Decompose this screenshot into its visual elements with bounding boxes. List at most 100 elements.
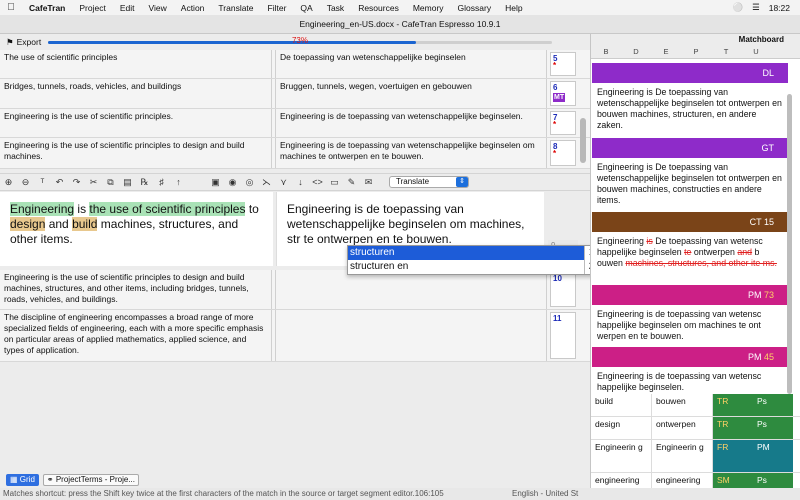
split-icon[interactable]: ⋋: [258, 177, 275, 188]
column-p[interactable]: P: [681, 45, 711, 58]
menu-memory[interactable]: Memory: [406, 3, 451, 13]
term-highlight[interactable]: the use of scientific principles: [89, 202, 246, 216]
term-highlight[interactable]: design: [10, 217, 46, 231]
term-row[interactable]: design ontwerpen TR Ps: [591, 417, 800, 440]
up-arrow-icon[interactable]: ↑: [170, 177, 187, 187]
term-source: engineering: [591, 473, 652, 488]
match-diff-text[interactable]: Engineering is De toepassing van wetensc…: [592, 232, 788, 285]
mode-select[interactable]: Translate ⇕: [389, 176, 469, 188]
control-center-icon[interactable]: ☰: [752, 2, 760, 13]
source-editor[interactable]: Engineering is the use of scientific pri…: [0, 192, 273, 266]
table-row[interactable]: Engineering is the use of scientific pri…: [0, 138, 590, 169]
target-icon[interactable]: ◎: [241, 177, 258, 188]
text-size-icon[interactable]: ᵀ: [34, 177, 51, 187]
match-text[interactable]: Engineering is De toepassing van wetensc…: [592, 83, 788, 138]
target-cell[interactable]: Bruggen, tunnels, wegen, voertuigen en g…: [275, 79, 547, 108]
apple-icon[interactable]: : [0, 2, 22, 13]
menu-qa[interactable]: QA: [293, 3, 319, 13]
table-row[interactable]: Bridges, tunnels, roads, vehicles, and b…: [0, 79, 590, 109]
menu-filter[interactable]: Filter: [261, 3, 294, 13]
target-cell[interactable]: Engineering is de toepassing van wetensc…: [275, 109, 547, 137]
source-cell[interactable]: Engineering is the use of scientific pri…: [0, 270, 272, 309]
bottom-tabs: ▦ Grid ⚭ ProjectTerms - Proje...: [0, 473, 590, 487]
target-cell[interactable]: Engineering is de toepassing van wetensc…: [275, 138, 547, 168]
record-icon[interactable]: ◉: [224, 177, 241, 188]
table-row[interactable]: The discipline of engineering encompasse…: [0, 310, 590, 362]
clear-format-icon[interactable]: ℞: [136, 177, 153, 188]
tags-icon[interactable]: <>: [309, 177, 326, 187]
segment-number: 7 *: [550, 111, 576, 135]
menu-app[interactable]: CafeTran: [22, 3, 72, 13]
monitor-icon[interactable]: ▣: [207, 177, 224, 188]
matchboard-scrollbar[interactable]: [787, 94, 792, 394]
term-row[interactable]: engineering engineering SM Ps: [591, 473, 800, 488]
paste-icon[interactable]: ▤: [119, 177, 136, 188]
menu-resources[interactable]: Resources: [351, 3, 406, 13]
tab-project-terms[interactable]: ⚭ ProjectTerms - Proje...: [42, 474, 139, 486]
column-e[interactable]: E: [651, 45, 681, 58]
term-highlight[interactable]: build: [72, 217, 98, 231]
zoom-out-icon[interactable]: ⊖: [17, 177, 34, 188]
term-highlight[interactable]: Engineering: [10, 202, 75, 216]
term-target: bouwen: [652, 394, 713, 416]
menu-project[interactable]: Project: [72, 3, 112, 13]
menu-help[interactable]: Help: [498, 3, 529, 13]
menu-action[interactable]: Action: [174, 3, 212, 13]
merge-icon[interactable]: ⋎: [275, 177, 292, 188]
export-progress: 73%: [48, 36, 552, 45]
table-row[interactable]: Engineering is the use of scientific pri…: [0, 109, 590, 138]
matchboard-columns: B D E P T U: [591, 45, 800, 59]
comment-icon[interactable]: ▭: [326, 177, 343, 188]
target-cell[interactable]: [275, 310, 547, 361]
source-cell[interactable]: The use of scientific principles: [0, 50, 272, 78]
autocomplete-item[interactable]: structuren en2: [348, 260, 598, 274]
term-row[interactable]: build bouwen TR Ps: [591, 394, 800, 417]
column-u[interactable]: U: [741, 45, 771, 58]
match-header[interactable]: PM 73: [592, 285, 788, 305]
progress-text: 73%: [291, 36, 308, 45]
tab-grid[interactable]: ▦ Grid: [6, 474, 39, 486]
menu-view[interactable]: View: [142, 3, 174, 13]
zoom-in-icon[interactable]: ⊕: [0, 177, 17, 188]
suggestion-text: structuren: [350, 247, 395, 258]
modified-mark: *: [553, 120, 557, 129]
match-header[interactable]: GT: [592, 138, 788, 158]
source-cell[interactable]: Bridges, tunnels, roads, vehicles, and b…: [0, 79, 272, 108]
export-label[interactable]: Export: [17, 37, 42, 47]
column-b[interactable]: B: [591, 45, 621, 58]
term-row[interactable]: Engineerin g Engineerin g FR PM: [591, 440, 800, 473]
cut-icon[interactable]: ✂: [85, 177, 102, 188]
status-message: Matches shortcut: press the Shift key tw…: [3, 489, 444, 498]
flag-icon[interactable]: ⚑: [6, 37, 14, 48]
redo-icon[interactable]: ↷: [68, 177, 85, 188]
match-header[interactable]: DL: [592, 63, 788, 83]
match-header[interactable]: CT 15: [592, 212, 788, 232]
source-cell[interactable]: Engineering is the use of scientific pri…: [0, 109, 272, 137]
diff-text: ontwerpen: [691, 247, 738, 257]
column-d[interactable]: D: [621, 45, 651, 58]
target-cell[interactable]: De toepassing van wetenschappelijke begi…: [275, 50, 547, 78]
undo-icon[interactable]: ↶: [51, 177, 68, 188]
menu-task[interactable]: Task: [320, 3, 351, 13]
copy-icon[interactable]: ⧉: [102, 177, 119, 188]
menu-glossary[interactable]: Glossary: [451, 3, 499, 13]
down-arrow-icon[interactable]: ↓: [292, 177, 309, 187]
table-row[interactable]: Engineering is the use of scientific pri…: [0, 270, 590, 310]
match-text[interactable]: Engineering is de toepassing van wetensc…: [592, 305, 788, 347]
mode-value: Translate: [396, 177, 430, 186]
target-cell[interactable]: [275, 270, 547, 309]
source-cell[interactable]: Engineering is the use of scientific pri…: [0, 138, 272, 168]
menu-edit[interactable]: Edit: [113, 3, 142, 13]
match-header[interactable]: PM 45: [592, 347, 788, 367]
table-row[interactable]: The use of scientific principles De toep…: [0, 50, 590, 79]
menu-translate[interactable]: Translate: [211, 3, 260, 13]
source-cell[interactable]: The discipline of engineering encompasse…: [0, 310, 272, 361]
column-t[interactable]: T: [711, 45, 741, 58]
grid-scrollbar[interactable]: [580, 118, 586, 163]
chat-icon[interactable]: ✉: [360, 177, 377, 188]
pencil-icon[interactable]: ✎: [343, 177, 360, 188]
match-text[interactable]: Engineering is De toepassing van wetensc…: [592, 158, 788, 212]
translate-icon[interactable]: ♯: [153, 177, 170, 187]
spotlight-icon[interactable]: ⚪: [733, 2, 744, 13]
autocomplete-item[interactable]: structuren1: [348, 246, 598, 260]
